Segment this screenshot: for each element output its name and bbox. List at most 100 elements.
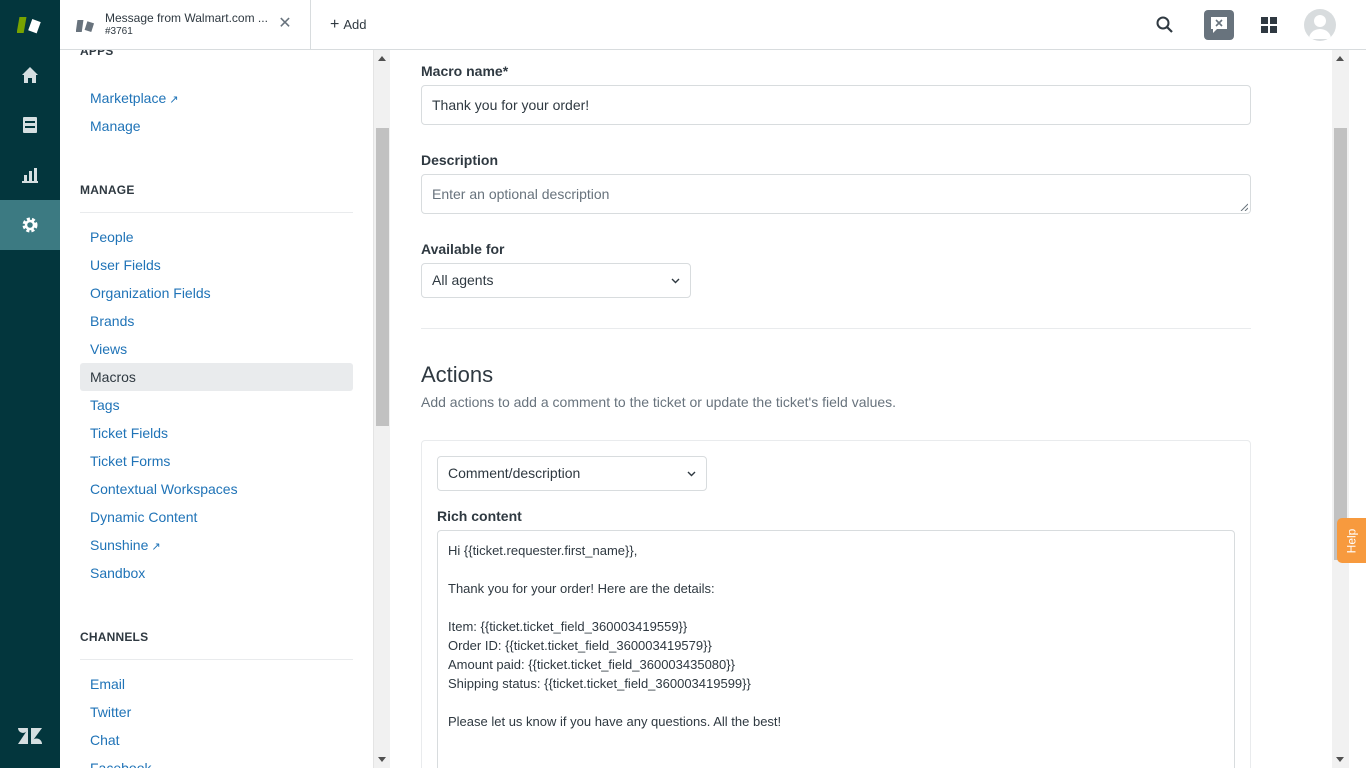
sidebar-item-sandbox[interactable]: Sandbox — [80, 559, 353, 587]
help-button[interactable]: Help — [1337, 518, 1366, 563]
sidebar-item-label: Chat — [90, 732, 120, 748]
help-label: Help — [1344, 528, 1359, 553]
ticket-tab-title: Message from Walmart.com ... — [105, 11, 268, 25]
sidebar-item-marketplace[interactable]: Marketplace ↗ — [80, 84, 353, 112]
external-link-icon: ↗ — [169, 94, 179, 106]
reporting-icon[interactable] — [0, 150, 60, 200]
sidebar-item-label: Organization Fields — [90, 285, 211, 301]
sidebar-item-label: Email — [90, 676, 126, 692]
sidebar-item-email[interactable]: Email — [80, 670, 353, 698]
divider — [421, 328, 1251, 329]
add-tab-button[interactable]: + Add — [330, 16, 367, 32]
search-icon[interactable] — [1155, 15, 1175, 35]
sidebar-item-macros[interactable]: Macros — [80, 363, 353, 391]
description-label: Description — [421, 152, 499, 168]
description-placeholder: Enter an optional description — [432, 186, 610, 202]
admin-gear-icon[interactable] — [0, 200, 60, 250]
editor-line: Shipping status: {{ticket.ticket_field_3… — [448, 676, 751, 691]
rich-content-editor[interactable]: Hi {{ticket.requester.first_name}}, Than… — [437, 530, 1235, 768]
sidebar-item-label: Ticket Forms — [90, 453, 171, 469]
zendesk-logo-icon[interactable] — [0, 716, 60, 756]
close-tab-icon[interactable]: ✕ — [277, 16, 293, 32]
sidebar-item-organization-fields[interactable]: Organization Fields — [80, 279, 353, 307]
product-tray-icon[interactable] — [1259, 15, 1279, 35]
conversations-icon[interactable] — [1204, 10, 1234, 40]
chevron-down-icon — [671, 278, 680, 284]
home-icon[interactable] — [0, 50, 60, 100]
editor-line: Item: {{ticket.ticket_field_360003419559… — [448, 619, 688, 634]
sidebar-item-label: Dynamic Content — [90, 509, 198, 525]
sidebar-item-ticket-forms[interactable]: Ticket Forms — [80, 447, 353, 475]
scroll-down-arrow-icon[interactable] — [1336, 757, 1344, 762]
sidebar-item-label: Ticket Fields — [90, 425, 169, 441]
macro-name-input[interactable]: Thank you for your order! — [421, 85, 1251, 125]
product-rail — [0, 0, 60, 768]
sidebar-item-label: People — [90, 229, 134, 245]
macro-form: Macro name* Thank you for your order! De… — [391, 50, 1332, 768]
views-icon[interactable] — [0, 100, 60, 150]
scroll-up-arrow-icon[interactable] — [378, 56, 386, 61]
resize-handle-icon[interactable] — [1240, 203, 1248, 211]
sidebar-item-people[interactable]: People — [80, 223, 353, 251]
sidebar-item-views[interactable]: Views — [80, 335, 353, 363]
apps-section-heading: APPS — [80, 50, 114, 58]
sidebar-item-brands[interactable]: Brands — [80, 307, 353, 335]
divider — [80, 212, 353, 213]
admin-sidebar: APPS Marketplace ↗ Manage MANAGE People U… — [60, 50, 373, 768]
macro-name-label: Macro name* — [421, 63, 509, 79]
sidebar-item-twitter[interactable]: Twitter — [80, 698, 353, 726]
sidebar-item-label: Sandbox — [90, 565, 146, 581]
sidebar-item-label: Tags — [90, 397, 120, 413]
sidebar-item-dynamic-content[interactable]: Dynamic Content — [80, 503, 353, 531]
sidebar-item-label: Manage — [90, 118, 141, 134]
scrollbar-thumb[interactable] — [1334, 128, 1347, 560]
scrollbar-thumb[interactable] — [376, 128, 389, 426]
scroll-up-arrow-icon[interactable] — [1336, 56, 1344, 61]
sidebar-item-label: Facebook — [90, 760, 152, 768]
chevron-down-icon — [687, 471, 696, 477]
sidebar-item-facebook[interactable]: Facebook — [80, 754, 353, 768]
divider — [80, 659, 353, 660]
description-textarea[interactable]: Enter an optional description — [421, 174, 1251, 214]
actions-description: Add actions to add a comment to the tick… — [421, 394, 897, 410]
editor-line: Thank you for your order! Here are the d… — [448, 581, 715, 596]
sidebar-item-label: Contextual Workspaces — [90, 481, 238, 497]
sidebar-item-label: Macros — [90, 369, 136, 385]
sidebar-item-label: Brands — [90, 313, 135, 329]
user-avatar[interactable] — [1304, 9, 1336, 41]
sidebar-item-label: Twitter — [90, 704, 132, 720]
ticket-tab[interactable]: Message from Walmart.com ... #3761 ✕ — [60, 0, 311, 50]
sidebar-item-user-fields[interactable]: User Fields — [80, 251, 353, 279]
sidebar-item-sunshine[interactable]: Sunshine ↗ — [80, 531, 353, 559]
editor-line: Hi {{ticket.requester.first_name}}, — [448, 543, 638, 558]
zendesk-support-logo-icon[interactable] — [0, 0, 60, 50]
sidebar-item-contextual-workspaces[interactable]: Contextual Workspaces — [80, 475, 353, 503]
available-for-select[interactable]: All agents — [421, 263, 691, 298]
main-scrollbar[interactable] — [1332, 50, 1349, 768]
sidebar-item-ticket-fields[interactable]: Ticket Fields — [80, 419, 353, 447]
top-bar: Message from Walmart.com ... #3761 ✕ + A… — [60, 0, 1366, 50]
sidebar-item-label: Marketplace — [90, 90, 167, 106]
ticket-tab-number: #3761 — [105, 26, 133, 37]
available-for-label: Available for — [421, 241, 505, 257]
editor-line: Please let us know if you have any quest… — [448, 714, 782, 729]
sidebar-item-manage[interactable]: Manage — [80, 112, 353, 140]
sidebar-scrollbar[interactable] — [373, 50, 390, 768]
add-tab-label: Add — [343, 17, 367, 32]
sidebar-item-label: Views — [90, 341, 128, 357]
sidebar-item-tags[interactable]: Tags — [80, 391, 353, 419]
ticket-tab-icon — [75, 16, 96, 36]
manage-section-heading: MANAGE — [80, 183, 135, 197]
rich-content-label: Rich content — [437, 508, 522, 524]
action-type-select[interactable]: Comment/description — [437, 456, 707, 491]
external-link-icon: ↗ — [151, 541, 161, 553]
scroll-down-arrow-icon[interactable] — [378, 757, 386, 762]
action-type-value: Comment/description — [448, 465, 581, 481]
sidebar-item-label: Sunshine — [90, 537, 149, 553]
editor-line: Amount paid: {{ticket.ticket_field_36000… — [448, 657, 735, 672]
sidebar-item-chat[interactable]: Chat — [80, 726, 353, 754]
available-for-value: All agents — [432, 272, 494, 288]
